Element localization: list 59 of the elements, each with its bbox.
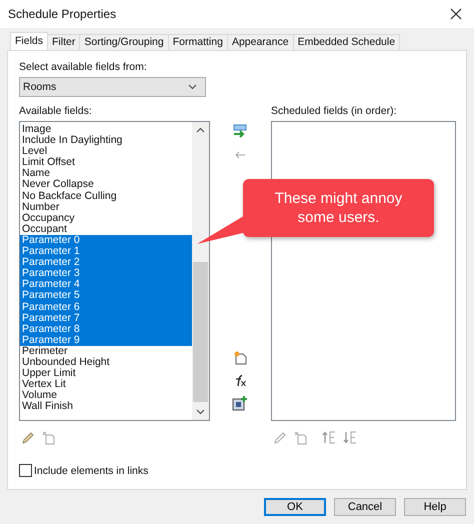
- list-item[interactable]: Number: [20, 202, 192, 213]
- tab[interactable]: Appearance: [226, 34, 294, 50]
- source-dropdown[interactable]: Rooms: [19, 77, 206, 97]
- field-label: Select available fields from:: [19, 61, 148, 75]
- list-item[interactable]: Parameter 0: [20, 234, 192, 246]
- delete-document-icon[interactable]: [294, 431, 308, 445]
- pencil-icon[interactable]: [273, 431, 287, 445]
- list-item[interactable]: Parameter 7: [20, 312, 192, 324]
- list-item[interactable]: Occupancy: [20, 212, 192, 224]
- move-up-icon[interactable]: [322, 431, 336, 444]
- list-item[interactable]: Upper Limit: [20, 368, 192, 380]
- remove-arrow-icon[interactable]: [234, 151, 246, 159]
- delete-document-icon[interactable]: [42, 431, 56, 445]
- list-item[interactable]: Parameter 3: [20, 268, 192, 280]
- close-icon[interactable]: [450, 8, 462, 20]
- list-item[interactable]: Parameter 8: [20, 324, 192, 335]
- list-item[interactable]: Parameter 5: [20, 290, 192, 302]
- list-item[interactable]: Wall Finish: [20, 401, 192, 412]
- list-item[interactable]: Never Collapse: [20, 179, 192, 191]
- list-label: Scheduled fields (in order):: [271, 105, 398, 119]
- add-field-icon[interactable]: [232, 124, 246, 138]
- scroll-up-icon[interactable]: [196, 127, 205, 133]
- move-down-icon[interactable]: [343, 431, 357, 444]
- list-item[interactable]: Unbounded Height: [20, 356, 192, 368]
- list-item[interactable]: Parameter 2: [20, 257, 192, 268]
- list-item[interactable]: Parameter 9: [20, 334, 192, 346]
- dialog-button[interactable]: Cancel: [334, 498, 396, 516]
- list-item[interactable]: Limit Offset: [20, 157, 192, 168]
- callout-text: These might annoy some users.: [274, 189, 404, 227]
- list-item[interactable]: Perimeter: [20, 346, 192, 357]
- checkbox-label: Include elements in links: [34, 464, 148, 476]
- tab[interactable]: Fields: [10, 32, 48, 50]
- list-item[interactable]: Level: [20, 146, 192, 158]
- checkbox[interactable]: [19, 464, 32, 477]
- combine-parameters-icon[interactable]: [232, 396, 247, 411]
- tab[interactable]: Embedded Schedule: [292, 34, 400, 50]
- scrollbar[interactable]: [192, 122, 209, 420]
- list-item[interactable]: Image: [20, 124, 192, 136]
- list-item[interactable]: Vertex Lit: [20, 379, 192, 390]
- new-parameter-icon[interactable]: [232, 350, 246, 365]
- window-title: Schedule Properties: [8, 7, 116, 21]
- list-item[interactable]: Name: [20, 168, 192, 180]
- list-item[interactable]: Occupant: [20, 224, 192, 235]
- list-item[interactable]: Include In Daylighting: [20, 135, 192, 146]
- available-fields-list[interactable]: [19, 121, 210, 421]
- dialog-button[interactable]: Help: [404, 498, 466, 516]
- list-label: Available fields:: [19, 105, 93, 119]
- tab[interactable]: Sorting/Grouping: [79, 34, 169, 50]
- chevron-down-icon: [188, 84, 197, 90]
- list-item[interactable]: Parameter 4: [20, 279, 192, 290]
- list-item[interactable]: No Backface Culling: [20, 190, 192, 202]
- scroll-thumb[interactable]: [193, 262, 208, 402]
- list-item[interactable]: Volume: [20, 390, 192, 402]
- tab[interactable]: Formatting: [168, 34, 228, 50]
- list-item[interactable]: Parameter 1: [20, 246, 192, 258]
- scroll-down-icon[interactable]: [196, 409, 205, 415]
- dialog-button[interactable]: OK: [264, 498, 326, 516]
- list-item[interactable]: Parameter 6: [20, 302, 192, 313]
- pencil-icon[interactable]: [21, 431, 35, 445]
